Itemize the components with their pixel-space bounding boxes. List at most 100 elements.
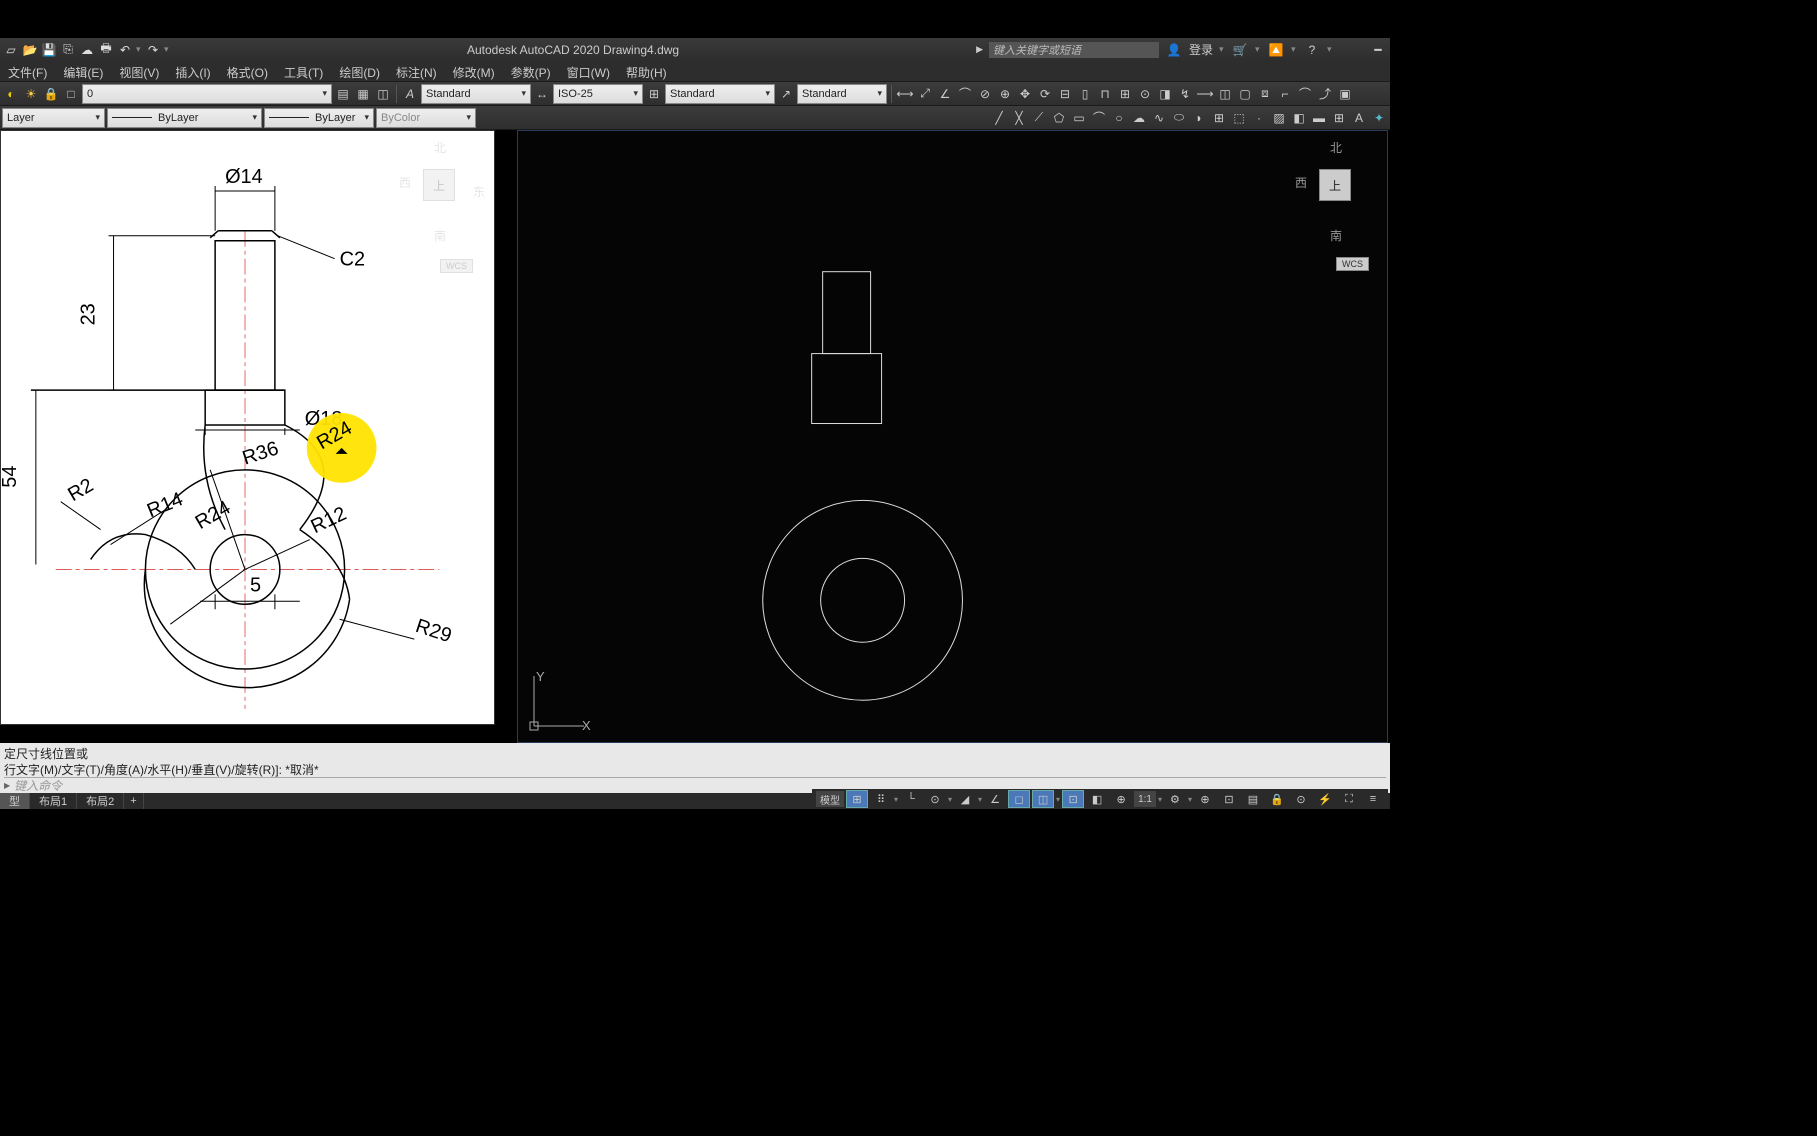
dim-aligned-icon[interactable]: ⤢ [916, 85, 934, 103]
menu-draw[interactable]: 绘图(D) [331, 61, 388, 81]
menu-tools[interactable]: 工具(T) [276, 61, 331, 81]
dim-quick-icon[interactable]: ⤴ [1316, 85, 1334, 103]
menu-view[interactable]: 视图(V) [111, 61, 167, 81]
hwaccel-toggle[interactable]: ⚡ [1314, 790, 1336, 808]
dim-continue-icon[interactable]: ⟳ [1036, 85, 1054, 103]
dim-break-icon[interactable]: ⊓ [1096, 85, 1114, 103]
osnap3d-toggle[interactable]: ◫ [1032, 790, 1054, 808]
new-file-icon[interactable]: ▱ [3, 42, 19, 58]
plotstyle-dropdown[interactable]: ByColor [376, 108, 476, 128]
make-block-icon[interactable]: ⬚ [1230, 109, 1248, 127]
mleader-dropdown[interactable]: Standard [797, 84, 887, 104]
dim-center-icon[interactable]: ⊙ [1136, 85, 1154, 103]
circle-icon[interactable]: ○ [1110, 109, 1128, 127]
dim-inspect-icon[interactable]: ◨ [1156, 85, 1174, 103]
spline-icon[interactable]: ∿ [1150, 109, 1168, 127]
gradient-icon[interactable]: ◧ [1290, 109, 1308, 127]
textstyle-icon[interactable]: A [401, 85, 419, 103]
dim-reassoc-icon[interactable]: ⌐ [1276, 85, 1294, 103]
dim-ordinate-icon[interactable]: ▯ [1076, 85, 1094, 103]
model-space[interactable]: 北 西 上 南 WCS Y X [517, 130, 1388, 743]
save-icon[interactable]: 💾 [41, 42, 57, 58]
tablestyle-icon[interactable]: ⊞ [645, 85, 663, 103]
clean-screen[interactable]: ⛶ [1338, 790, 1360, 808]
layer-freeze-icon[interactable]: ☀ [22, 85, 40, 103]
tab-model[interactable]: 型 [0, 793, 30, 809]
isodraw-toggle[interactable]: ◢ [954, 790, 976, 808]
color-dropdown[interactable]: Layer [2, 108, 105, 128]
ortho-toggle[interactable]: └ [900, 790, 922, 808]
dim-move-icon[interactable]: ✥ [1016, 85, 1034, 103]
cloud-icon[interactable]: ☁ [79, 42, 95, 58]
insert-block-icon[interactable]: ⊞ [1210, 109, 1228, 127]
layer-manager-icon[interactable]: ▤ [334, 85, 352, 103]
textstyle-dropdown[interactable]: Standard [421, 84, 531, 104]
info-center-search[interactable]: 键入关键字或短语 [989, 42, 1159, 58]
dimstyle-dropdown[interactable]: ISO-25 [553, 84, 643, 104]
layer-lock-icon[interactable]: 🔒 [42, 85, 60, 103]
anno-scale[interactable]: 1:1 [1134, 791, 1156, 807]
hatch-icon[interactable]: ▨ [1270, 109, 1288, 127]
snap-toggle[interactable]: ⠿ [870, 790, 892, 808]
help-icon[interactable]: ? [1303, 42, 1321, 58]
dim-leader-icon[interactable]: ⌒ [1296, 85, 1314, 103]
command-line[interactable]: 定尺寸线位置或 行文字(M)/文字(T)/角度(A)/水平(H)/垂直(V)/旋… [0, 743, 1390, 793]
transparency-toggle[interactable]: ◧ [1086, 790, 1108, 808]
undo-icon[interactable]: ↶ [117, 42, 133, 58]
point-icon[interactable]: · [1250, 109, 1268, 127]
ellipse-arc-icon[interactable]: ◗ [1190, 109, 1208, 127]
menu-dim[interactable]: 标注(N) [388, 61, 445, 81]
dim-jog-icon[interactable]: ↯ [1176, 85, 1194, 103]
ellipse-icon[interactable]: ⬭ [1170, 109, 1188, 127]
osnap-toggle[interactable]: ◻ [1008, 790, 1030, 808]
isolate-toggle[interactable]: ⊙ [1290, 790, 1312, 808]
rectangle-icon[interactable]: ▭ [1070, 109, 1088, 127]
dim-manager-icon[interactable]: ▣ [1336, 85, 1354, 103]
menu-modify[interactable]: 修改(M) [445, 61, 503, 81]
menu-window[interactable]: 窗口(W) [559, 61, 618, 81]
pline-icon[interactable]: ⟋ [1030, 109, 1048, 127]
dim-edit-icon[interactable]: ⟶ [1196, 85, 1214, 103]
lock-ui[interactable]: 🔒 [1266, 790, 1288, 808]
dim-arc-icon[interactable]: ⌒ [956, 85, 974, 103]
customize-status[interactable]: ≡ [1362, 790, 1384, 808]
tab-add[interactable]: + [124, 793, 143, 809]
viewcube[interactable]: 北 西 上 南 WCS [1295, 139, 1375, 244]
xline-icon[interactable]: ╳ [1010, 109, 1028, 127]
plot-icon[interactable]: 🖶 [98, 42, 114, 58]
menu-help[interactable]: 帮助(H) [618, 61, 675, 81]
saveas-icon[interactable]: ⎘ [60, 42, 76, 58]
lineweight-dropdown[interactable]: ByLayer [264, 108, 374, 128]
polygon-icon[interactable]: ⬠ [1050, 109, 1068, 127]
open-folder-icon[interactable]: 📂 [22, 42, 38, 58]
model-paper-toggle[interactable]: 模型 [816, 791, 844, 807]
signin-icon[interactable]: 👤 [1165, 42, 1183, 58]
login-button[interactable]: 登录 [1189, 41, 1213, 58]
polar-toggle[interactable]: ⊙ [924, 790, 946, 808]
layer-color-icon[interactable]: □ [62, 85, 80, 103]
app-store-icon[interactable]: 🔼 [1267, 42, 1285, 58]
units-toggle[interactable]: ⊡ [1218, 790, 1240, 808]
revcloud-icon[interactable]: ☁ [1130, 109, 1148, 127]
mleader-icon[interactable]: ↗ [777, 85, 795, 103]
dim-update-icon[interactable]: ◫ [1216, 85, 1234, 103]
menu-format[interactable]: 格式(O) [219, 61, 276, 81]
tablestyle-dropdown[interactable]: Standard [665, 84, 775, 104]
workspace-switch[interactable]: ⚙ [1164, 790, 1186, 808]
addselected-icon[interactable]: ✦ [1370, 109, 1388, 127]
menu-param[interactable]: 参数(P) [503, 61, 559, 81]
menu-file[interactable]: 文件(F) [0, 61, 55, 81]
tab-layout1[interactable]: 布局1 [30, 793, 77, 809]
linetype-dropdown[interactable]: ByLayer [107, 108, 262, 128]
arc-icon[interactable]: ⌒ [1090, 109, 1108, 127]
layer-states-icon[interactable]: ▦ [354, 85, 372, 103]
exchange-icon[interactable]: 🛒 [1231, 42, 1249, 58]
lwt-toggle[interactable]: ⊡ [1062, 790, 1084, 808]
dim-tolerance-icon[interactable]: ⊞ [1116, 85, 1134, 103]
region-icon[interactable]: ▬ [1310, 109, 1328, 127]
minimize-icon[interactable]: ━ [1369, 42, 1387, 58]
dim-diameter-icon[interactable]: ⊕ [996, 85, 1014, 103]
anno-monitor[interactable]: ⊕ [1194, 790, 1216, 808]
redo-icon[interactable]: ↷ [145, 42, 161, 58]
tab-layout2[interactable]: 布局2 [77, 793, 124, 809]
